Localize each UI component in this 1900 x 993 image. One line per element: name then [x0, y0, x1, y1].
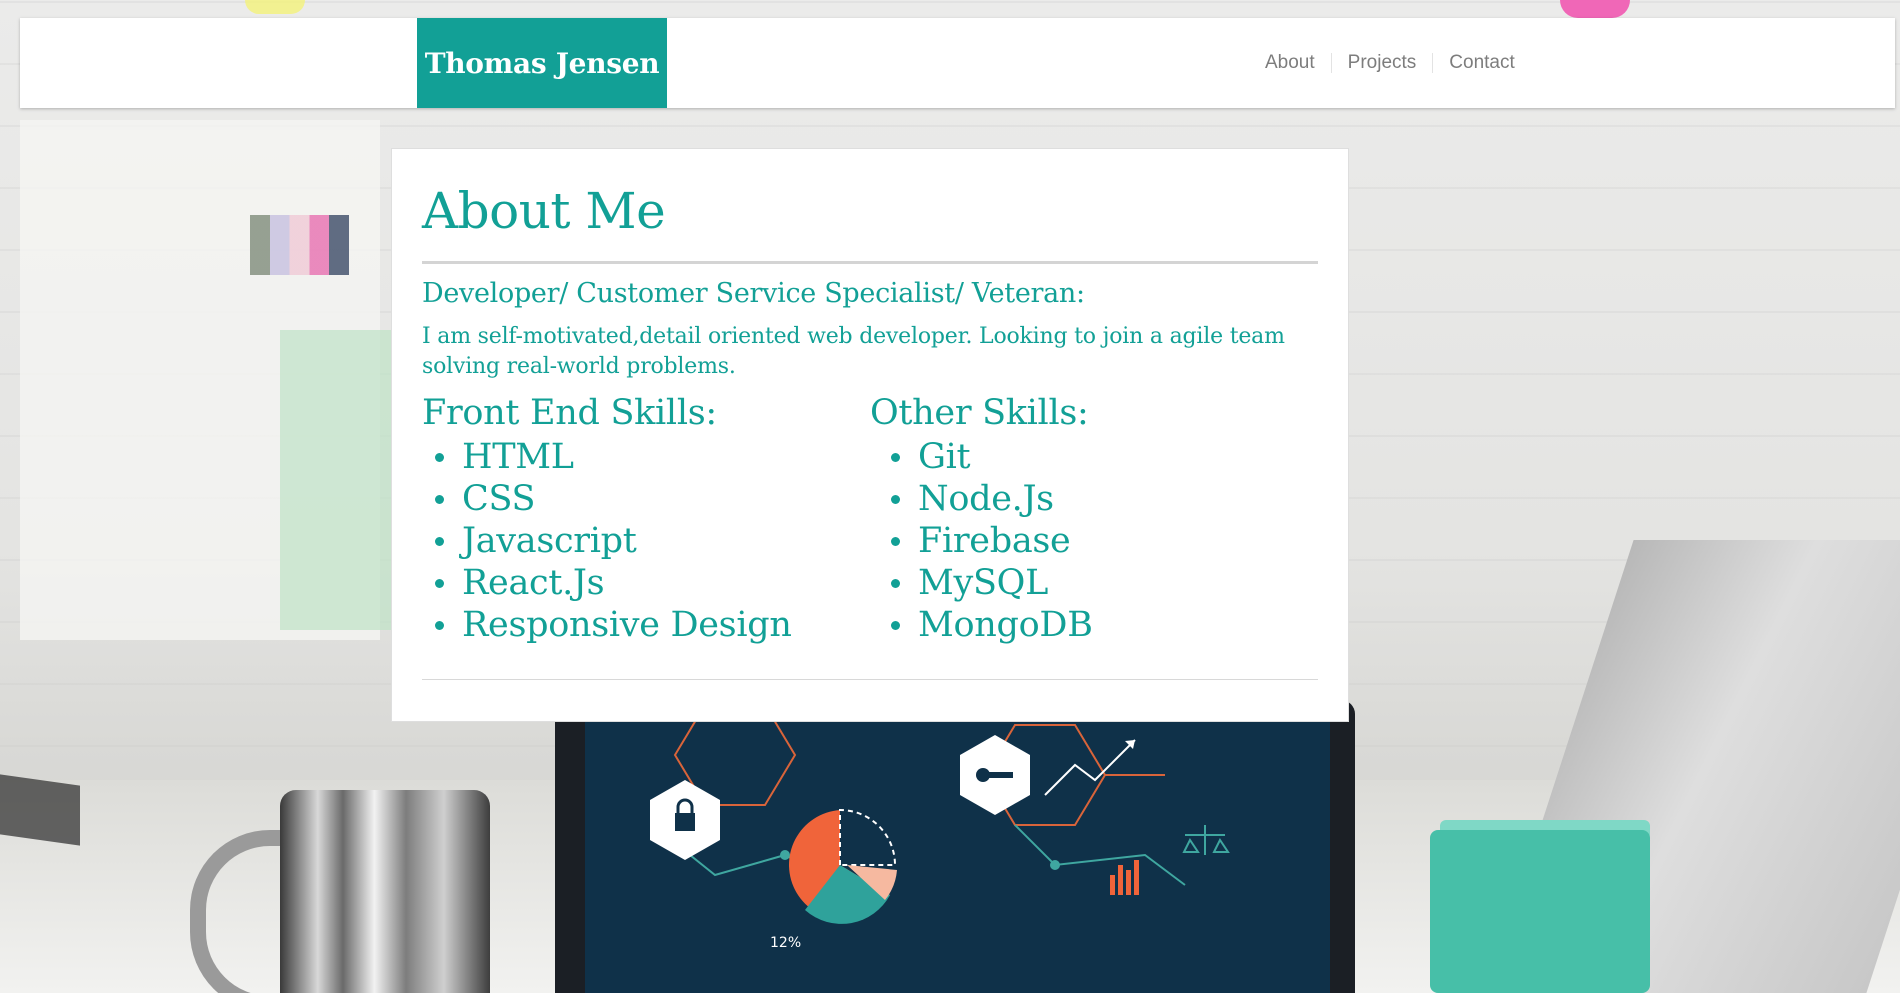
nav-links: About Projects Contact [1265, 18, 1531, 108]
skill-item: Javascript [435, 520, 870, 562]
skill-item: HTML [435, 436, 870, 478]
card-bottom-divider [422, 679, 1318, 680]
front-end-skills-list: HTML CSS Javascript React.Js Responsive … [422, 436, 870, 646]
brand-logo-link[interactable]: Thomas Jensen [417, 18, 667, 108]
about-bio: I am self-motivated,detail oriented web … [422, 324, 1285, 379]
skill-item: Node.Js [891, 478, 1318, 520]
nav-link-projects[interactable]: Projects [1330, 53, 1433, 73]
background-sticky-note [245, 0, 305, 14]
about-title: About Me [422, 182, 666, 240]
background-pink-object [1560, 0, 1630, 18]
skills-section: Front End Skills: HTML CSS Javascript Re… [422, 390, 1318, 646]
front-end-skills-heading: Front End Skills: [422, 393, 717, 433]
skill-item: Git [891, 436, 1318, 478]
navbar: Thomas Jensen About Projects Contact [20, 18, 1895, 108]
title-divider [422, 261, 1318, 264]
background-markers [250, 215, 360, 275]
front-end-skills: Front End Skills: HTML CSS Javascript Re… [422, 390, 870, 646]
nav-link-about[interactable]: About [1265, 53, 1331, 73]
skill-item: Responsive Design [435, 604, 870, 646]
about-card: About Me Developer/ Customer Service Spe… [391, 148, 1349, 722]
background-mug [280, 790, 490, 993]
infographic-illustration: 12% [650, 704, 1230, 951]
skill-item: React.Js [435, 562, 870, 604]
skill-item: CSS [435, 478, 870, 520]
background-keyboard [0, 774, 80, 846]
background-speaker [1430, 830, 1650, 993]
skill-item: Firebase [891, 520, 1318, 562]
skill-item: MySQL [891, 562, 1318, 604]
other-skills: Other Skills: Git Node.Js Firebase MySQL… [870, 390, 1318, 646]
skill-item: MongoDB [891, 604, 1318, 646]
background-laptop-screen: 12% [585, 704, 1330, 993]
about-subtitle: Developer/ Customer Service Specialist/ … [422, 278, 1085, 309]
nav-link-contact[interactable]: Contact [1432, 53, 1530, 73]
other-skills-heading: Other Skills: [870, 393, 1089, 433]
other-skills-list: Git Node.Js Firebase MySQL MongoDB [870, 436, 1318, 646]
svg-text:12%: 12% [770, 935, 801, 951]
